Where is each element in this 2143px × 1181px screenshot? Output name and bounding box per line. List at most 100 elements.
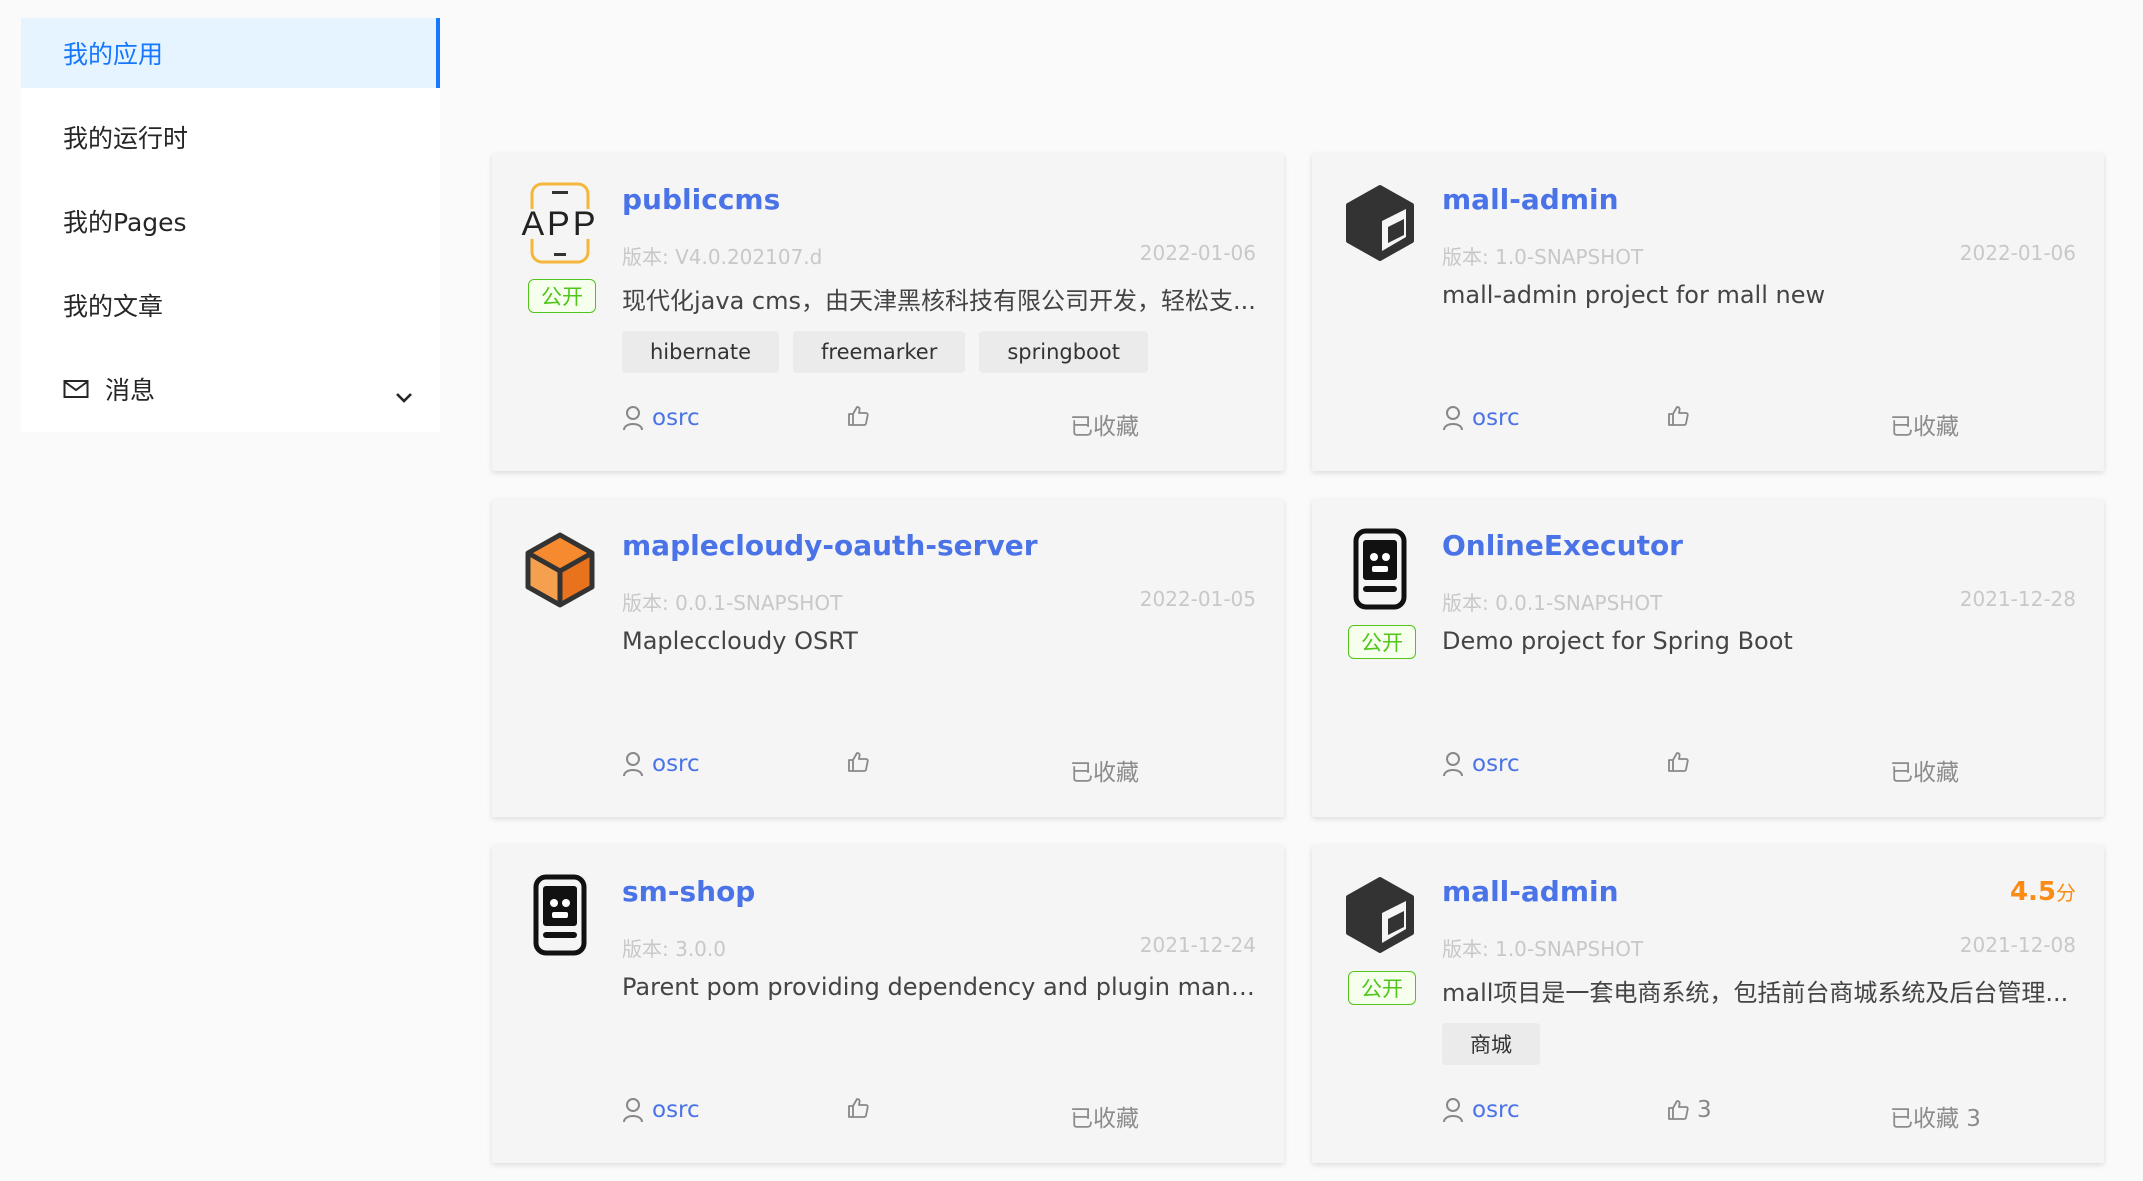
app-title[interactable]: OnlineExecutor [1442,529,1683,562]
favorite-button[interactable]: 已收藏 [1070,753,1139,787]
robot-device-logo [518,873,602,957]
favorite-button[interactable]: 已收藏 3 [1890,1099,1981,1133]
sidebar-item-label: 我的Pages [63,208,187,237]
sidebar-item-my-articles[interactable]: 我的文章 [21,270,440,340]
app-description: Mapleccloudy OSRT [622,627,858,655]
app-description: Parent pom providing dependency and plug… [622,973,1262,1001]
app-description: Demo project for Spring Boot [1442,627,1793,655]
orange-cube-logo [518,527,602,611]
public-badge: 公开 [528,279,596,313]
app-date: 2022-01-05 [1139,587,1256,611]
tag[interactable]: 商城 [1442,1023,1540,1065]
app-title[interactable]: sm-shop [622,875,755,908]
card-footer: osrc 已收藏 [1442,405,2076,445]
sidebar-item-my-apps[interactable]: 我的应用 [21,18,440,88]
app-version: 版本: 1.0-SNAPSHOT [1442,245,1644,269]
author-link[interactable]: osrc [1442,1097,1520,1123]
author-link[interactable]: osrc [1442,751,1520,777]
user-icon [1443,752,1463,777]
chevron-down-icon[interactable] [394,382,414,403]
app-description: mall-admin project for mall new [1442,281,1826,309]
app-date: 2021-12-08 [1959,933,2076,957]
thumbs-up-icon [1668,752,1689,772]
public-badge: 公开 [1348,971,1416,1005]
dark-cube-logo [1338,873,1422,957]
favorite-button[interactable]: 已收藏 [1890,407,1959,441]
thumbs-up-icon [848,406,869,426]
app-title[interactable]: maplecloudy-oauth-server [622,529,1038,562]
sidebar-item-my-pages[interactable]: 我的Pages [21,186,440,256]
author-link[interactable]: osrc [622,751,700,777]
score-unit: 分 [2056,881,2076,905]
thumbs-up-icon [1668,1100,1689,1120]
app-card[interactable]: sm-shop 版本: 3.0.0 2021-12-24 Parent pom … [492,845,1284,1163]
app-version: 版本: 0.0.1-SNAPSHOT [622,591,843,615]
like-button[interactable]: 3 [1667,1097,1712,1123]
author-name: osrc [652,1097,700,1123]
page: 我的应用 我的运行时 我的Pages 我的文章 消息 APP 公开 public… [0,0,2143,1181]
app-date: 2021-12-24 [1139,933,1256,957]
tag[interactable]: freemarker [793,331,966,373]
favorite-button[interactable]: 已收藏 [1070,1099,1139,1133]
app-version: 版本: 1.0-SNAPSHOT [1442,937,1644,961]
thumbs-up-icon [848,1098,869,1118]
app-version: 版本: V4.0.202107.d [622,245,823,269]
like-button[interactable] [1667,405,1697,427]
author-link[interactable]: osrc [622,1097,700,1123]
favorite-button[interactable]: 已收藏 [1890,753,1959,787]
like-button[interactable] [847,751,877,773]
app-card[interactable]: maplecloudy-oauth-server 版本: 0.0.1-SNAPS… [492,499,1284,817]
sidebar-item-label: 我的运行时 [63,124,189,153]
app-card[interactable]: mall-admin 版本: 1.0-SNAPSHOT 2022-01-06 m… [1312,153,2104,471]
thumbs-up-icon [848,752,869,772]
public-badge: 公开 [1348,625,1416,659]
app-title[interactable]: mall-admin [1442,875,1619,908]
favorite-button[interactable]: 已收藏 [1070,407,1139,441]
app-card-grid: APP 公开 publiccms 版本: V4.0.202107.d 2022-… [492,153,2104,1163]
user-icon [1443,406,1463,431]
svg-text:APP: APP [521,205,598,243]
app-date: 2021-12-28 [1959,587,2076,611]
tag[interactable]: hibernate [622,331,779,373]
robot-device-logo [1338,527,1422,611]
mail-icon [63,379,89,399]
user-icon [623,752,643,777]
rating-score: 4.5分 [2010,877,2076,907]
card-footer: osrc 已收藏 [622,751,1256,791]
tag[interactable]: springboot [979,331,1148,373]
user-icon [1443,1098,1463,1123]
sidebar: 我的应用 我的运行时 我的Pages 我的文章 消息 [21,18,440,432]
app-date: 2022-01-06 [1139,241,1256,265]
thumbs-up-icon [1668,406,1689,426]
author-name: osrc [652,751,700,777]
card-footer: osrc 已收藏 [1442,751,2076,791]
like-button[interactable] [847,405,877,427]
app-card[interactable]: 公开 OnlineExecutor 版本: 0.0.1-SNAPSHOT 202… [1312,499,2104,817]
sidebar-item-messages[interactable]: 消息 [21,354,440,424]
app-card[interactable]: 公开 mall-admin 4.5分 版本: 1.0-SNAPSHOT 2021… [1312,845,2104,1163]
user-icon [623,1098,643,1123]
app-date: 2022-01-06 [1959,241,2076,265]
app-version: 版本: 3.0.0 [622,937,726,961]
user-icon [623,406,643,431]
tag-list: 商城 [1442,1023,1540,1065]
card-footer: osrc 已收藏 [622,1097,1256,1137]
author-link[interactable]: osrc [1442,405,1520,431]
app-title[interactable]: mall-admin [1442,183,1619,216]
like-count: 3 [1697,1097,1712,1123]
tag-list: hibernate freemarker springboot [622,331,1148,373]
like-button[interactable] [1667,751,1697,773]
author-name: osrc [1472,751,1520,777]
app-description: 现代化java cms，由天津黑核科技有限公司开发，轻松支... [622,287,1256,315]
author-name: osrc [1472,1097,1520,1123]
sidebar-item-label: 消息 [105,376,156,405]
card-footer: osrc 已收藏 [622,405,1256,445]
app-version: 版本: 0.0.1-SNAPSHOT [1442,591,1663,615]
author-link[interactable]: osrc [622,405,700,431]
sidebar-item-label: 我的文章 [63,292,164,321]
like-button[interactable] [847,1097,877,1119]
app-title[interactable]: publiccms [622,183,780,216]
app-card[interactable]: APP 公开 publiccms 版本: V4.0.202107.d 2022-… [492,153,1284,471]
sidebar-item-my-runtimes[interactable]: 我的运行时 [21,102,440,172]
author-name: osrc [652,405,700,431]
